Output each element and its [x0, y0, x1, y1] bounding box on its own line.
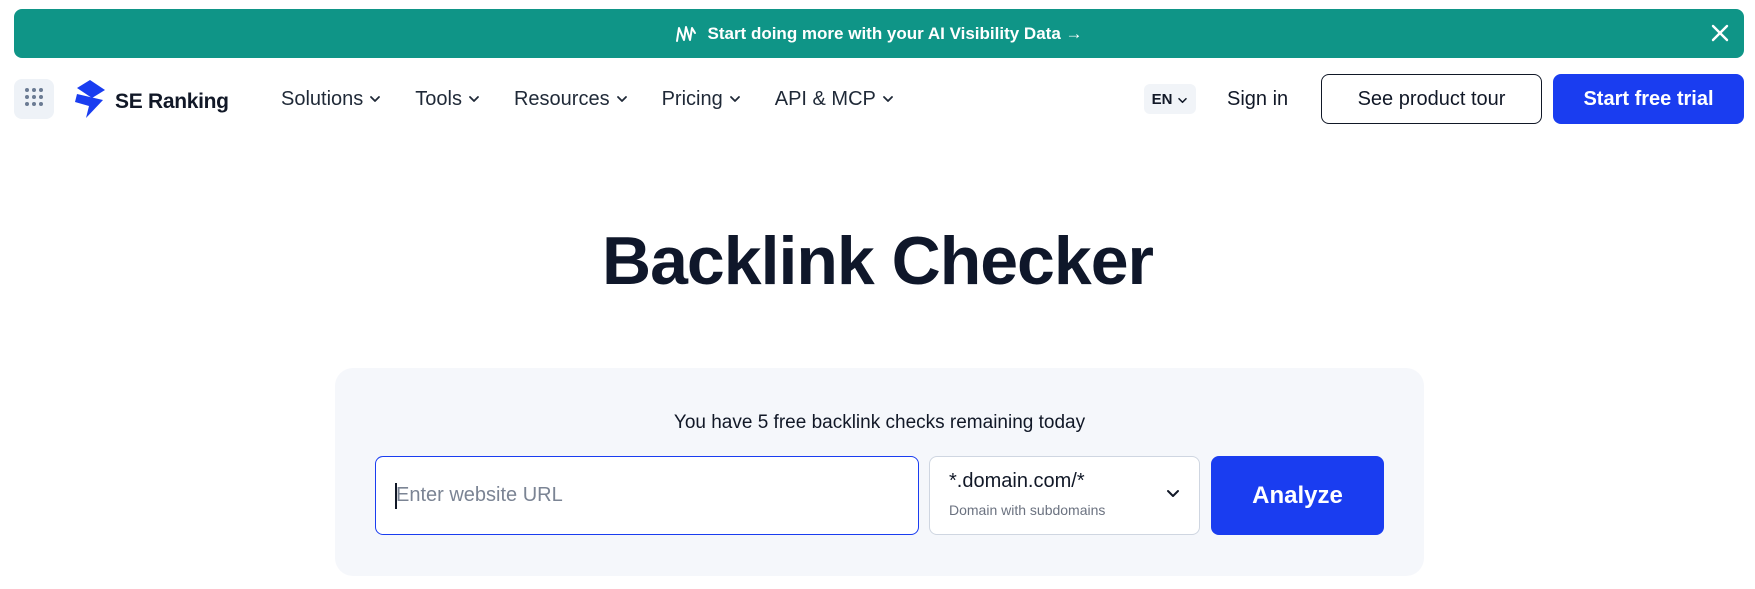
chevron-down-icon: [616, 95, 628, 103]
chevron-down-icon: [882, 95, 894, 103]
nav-label: Tools: [415, 87, 462, 110]
logo-text: SE Ranking: [115, 89, 229, 113]
apps-menu-button[interactable]: [14, 79, 54, 119]
chevron-down-icon: [729, 95, 741, 103]
announcement-link[interactable]: Start doing more with your AI Visibility…: [675, 23, 1083, 44]
nav-label: Resources: [513, 87, 610, 110]
announcement-banner: Start doing more with your AI Visibility…: [14, 9, 1744, 58]
scope-value: *.domain.com/*: [949, 470, 1085, 492]
sign-in-link[interactable]: Sign in: [1227, 70, 1288, 128]
nav-resources[interactable]: Resources: [514, 88, 628, 111]
scope-description: Domain with subdomains: [949, 502, 1106, 518]
chevron-down-icon: [468, 95, 480, 103]
chevron-down-icon: [1165, 487, 1181, 505]
nav-label: API & MCP: [774, 87, 876, 110]
page-title: Backlink Checker: [602, 223, 1154, 299]
chevron-down-icon: [369, 95, 381, 103]
close-icon[interactable]: [1704, 17, 1736, 49]
see-product-tour-button[interactable]: See product tour: [1321, 74, 1542, 124]
text-caret: [395, 483, 397, 509]
nav-api-mcp[interactable]: API & MCP: [775, 88, 894, 111]
logo-mark-icon: [73, 80, 107, 123]
grid-apps-icon: [24, 87, 44, 112]
remaining-checks-text: You have 5 free backlink checks remainin…: [673, 412, 1086, 433]
website-url-input[interactable]: [375, 456, 919, 535]
analyze-button[interactable]: Analyze: [1211, 456, 1384, 535]
language-selector[interactable]: EN: [1144, 84, 1196, 114]
chevron-down-icon: [1177, 91, 1188, 108]
nav-pricing[interactable]: Pricing: [662, 88, 741, 111]
announcement-highlight: AI Visibility Data: [927, 23, 1061, 43]
domain-scope-select[interactable]: *.domain.com/* Domain with subdomains: [929, 456, 1200, 535]
nav-label: Pricing: [661, 87, 723, 110]
se-ranking-logo[interactable]: SE Ranking: [73, 80, 229, 123]
start-free-trial-button[interactable]: Start free trial: [1553, 74, 1744, 124]
nav-label: Solutions: [281, 87, 364, 110]
language-label: EN: [1151, 90, 1173, 108]
nav-solutions[interactable]: Solutions: [281, 88, 381, 111]
arrow-right-icon: →: [1065, 23, 1083, 43]
site-header: SE Ranking Solutions Tools Resources Pri…: [0, 70, 1755, 128]
wave-logo-icon: [675, 25, 697, 43]
announcement-text: Start doing more with your: [707, 23, 924, 43]
main-nav: Solutions Tools Resources Pricing API & …: [281, 70, 928, 128]
backlink-check-card: You have 5 free backlink checks remainin…: [335, 368, 1424, 576]
nav-tools[interactable]: Tools: [415, 88, 480, 111]
